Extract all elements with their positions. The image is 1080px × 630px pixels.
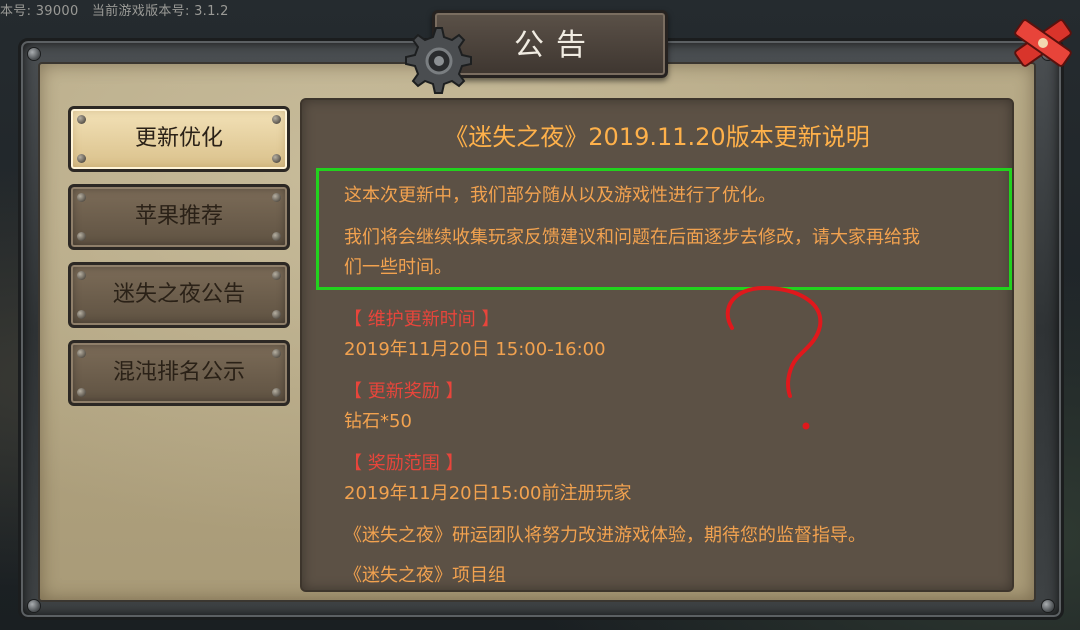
tab-label: 混沌排名公示: [112, 360, 245, 385]
tab-label: 苹果推荐: [134, 204, 223, 229]
dialog-title: 公告: [514, 28, 598, 63]
intro-line-2a: 我们将会继续收集玩家反馈建议和问题在后面逐步去修改，请大家再给我: [344, 227, 920, 248]
scope-header: 【 奖励范围 】: [344, 453, 464, 474]
rivet: [1042, 600, 1054, 612]
tab-lost-night-notice[interactable]: 迷失之夜公告: [68, 262, 290, 328]
gear-icon: [405, 27, 472, 94]
reward-value: 钻石*50: [344, 411, 412, 432]
tab-apple-recommend[interactable]: 苹果推荐: [68, 184, 290, 250]
rivet: [28, 48, 40, 60]
signature-text: 《迷失之夜》项目组: [344, 565, 506, 586]
tab-update-optimization[interactable]: 更新优化: [68, 106, 290, 172]
close-icon[interactable]: [1010, 10, 1076, 76]
tab-chaos-ranking[interactable]: 混沌排名公示: [68, 340, 290, 406]
maintenance-header: 【 维护更新时间 】: [344, 309, 500, 330]
tab-label: 更新优化: [134, 126, 223, 151]
intro-line-1: 这本次更新中，我们部分随从以及游戏性进行了优化。: [344, 185, 776, 206]
tab-label: 迷失之夜公告: [112, 282, 245, 307]
rivet: [28, 600, 40, 612]
scope-value: 2019年11月20日15:00前注册玩家: [344, 483, 632, 504]
notice-title: 《迷失之夜》2019.11.20版本更新说明: [444, 123, 870, 151]
version-info: 本号: 39000 当前游戏版本号: 3.1.2: [0, 4, 229, 19]
maintenance-time: 2019年11月20日 15:00-16:00: [344, 339, 606, 360]
reward-header: 【 更新奖励 】: [344, 381, 464, 402]
notice-content-panel[interactable]: 《迷失之夜》2019.11.20版本更新说明 这本次更新中，我们部分随从以及游戏…: [300, 98, 1014, 592]
intro-line-2b: 们一些时间。: [344, 257, 452, 278]
question-mark-annotation: [725, 286, 823, 430]
closing-text: 《迷失之夜》研运团队将努力改进游戏体验，期待您的监督指导。: [344, 525, 866, 546]
